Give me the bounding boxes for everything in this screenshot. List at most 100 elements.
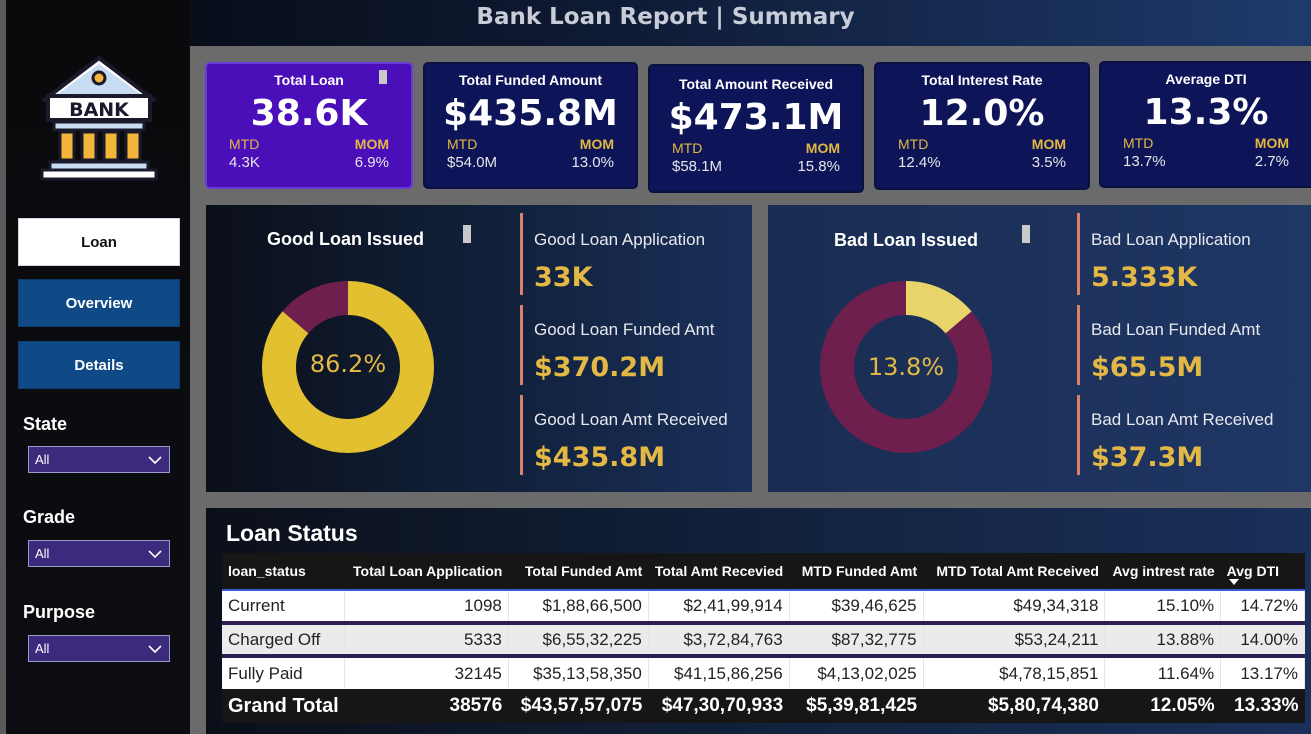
- mom-label: MOM: [805, 140, 840, 156]
- table-cell: 5333: [344, 621, 509, 656]
- table-cell: $2,41,99,914: [648, 589, 790, 623]
- more-options-icon[interactable]: [1022, 225, 1030, 243]
- sort-descending-icon: [1228, 579, 1239, 585]
- table-cell: $4,13,02,025: [789, 654, 924, 689]
- column-header[interactable]: Total Loan Application: [344, 553, 509, 590]
- mom-label: MOM: [579, 136, 614, 152]
- good-loan-received-metric: Good Loan Amt Received $435.8M: [520, 395, 728, 475]
- sidebar: BANK Loan Overview Details State All Gra…: [6, 0, 190, 734]
- table-total-row: Grand Total 38576 $43,57,57,075 $47,30,7…: [222, 689, 1305, 723]
- kpi-labels-row: MTD MOM: [1101, 135, 1311, 151]
- column-header[interactable]: Total Funded Amt: [508, 553, 649, 590]
- mtd-value: 12.4%: [898, 154, 941, 171]
- table-cell: 14.00%: [1220, 621, 1305, 656]
- table-cell: $6,55,32,225: [508, 621, 649, 656]
- metric-value: $37.3M: [1091, 442, 1204, 473]
- nav-details-button[interactable]: Details: [18, 341, 180, 389]
- loan-status-panel: Loan Status loan_status Total Loan Appli…: [206, 508, 1311, 734]
- column-header-sorted[interactable]: Avg DTI: [1220, 553, 1305, 590]
- page-title: Bank Loan Report | Summary: [476, 4, 855, 30]
- kpi-card-total-loan[interactable]: Total Loan 38.6K MTD MOM 4.3K 6.9%: [205, 62, 413, 189]
- table-row[interactable]: Charged Off 5333 $6,55,32,225 $3,72,84,7…: [222, 621, 1305, 656]
- kpi-values-row: 12.4% 3.5%: [876, 154, 1088, 171]
- good-loan-application-metric: Good Loan Application 33K: [520, 213, 705, 295]
- mtd-value: 4.3K: [229, 154, 260, 171]
- nav-overview-label: Overview: [65, 294, 133, 312]
- mtd-value: $58.1M: [672, 158, 723, 175]
- mom-value: 3.5%: [1031, 154, 1066, 171]
- grade-filter-dropdown[interactable]: All: [28, 540, 170, 567]
- state-filter-label: State: [23, 414, 68, 434]
- purpose-filter-dropdown[interactable]: All: [28, 635, 170, 662]
- total-cell: $5,80,74,380: [923, 689, 1105, 723]
- table-cell: $35,13,58,350: [508, 654, 649, 689]
- nav-loan-label: Loan: [81, 233, 117, 251]
- table-cell: 1098: [344, 589, 509, 623]
- kpi-title: Average DTI: [1165, 71, 1247, 87]
- kpi-values-row: 4.3K 6.9%: [207, 154, 411, 171]
- column-header[interactable]: loan_status: [222, 553, 345, 590]
- column-header[interactable]: MTD Funded Amt: [789, 553, 924, 590]
- loan-status-title: Loan Status: [226, 520, 358, 546]
- bad-loan-title: Bad Loan Issued: [834, 230, 979, 250]
- bad-loan-application-metric: Bad Loan Application 5.333K: [1077, 213, 1251, 295]
- good-loan-panel: Good Loan Issued 86.2% Good Loan Applica…: [206, 205, 752, 492]
- nav-overview-button[interactable]: Overview: [18, 279, 180, 327]
- table-row[interactable]: Current 1098 $1,88,66,500 $2,41,99,914 $…: [222, 589, 1305, 623]
- table-cell: $39,46,625: [789, 589, 924, 623]
- metric-label: Good Loan Funded Amt: [534, 320, 715, 339]
- table-cell: Fully Paid: [222, 654, 346, 689]
- kpi-values-row: 13.7% 2.7%: [1101, 153, 1311, 170]
- kpi-title: Total Amount Received: [678, 76, 834, 92]
- total-cell: 38576: [344, 689, 509, 723]
- metric-label: Good Loan Application: [534, 230, 706, 249]
- kpi-card-total-funded-amount[interactable]: Total Funded Amount $435.8M MTD MOM $54.0…: [423, 62, 638, 189]
- kpi-values-row: $54.0M 13.0%: [425, 154, 636, 171]
- column-header[interactable]: Total Amt Recevied: [648, 553, 790, 590]
- kpi-card-total-amount-received[interactable]: Total Amount Received $473.1M MTD MOM $58…: [648, 64, 864, 193]
- kpi-card-average-dti[interactable]: Average DTI 13.3% MTD MOM 13.7% 2.7%: [1099, 61, 1311, 188]
- column-header[interactable]: MTD Total Amt Received: [923, 553, 1105, 590]
- kpi-value: 12.0%: [919, 93, 1045, 134]
- more-options-icon[interactable]: [463, 225, 471, 243]
- chevron-down-icon: [148, 455, 162, 464]
- good-loan-funded-metric: Good Loan Funded Amt $370.2M: [520, 305, 715, 385]
- total-cell: $43,57,57,075: [508, 689, 649, 723]
- purpose-filter-value: All: [35, 641, 50, 656]
- good-loan-title: Good Loan Issued: [267, 229, 425, 249]
- bad-loan-percent: 13.8%: [867, 353, 945, 381]
- table-cell: $1,88,66,500: [508, 589, 649, 623]
- mom-value: 13.0%: [571, 154, 614, 171]
- loan-status-table[interactable]: loan_status Total Loan Application Total…: [222, 553, 1305, 723]
- more-options-icon[interactable]: [379, 70, 387, 84]
- kpi-value: $473.1M: [668, 97, 844, 138]
- bad-loan-funded-metric: Bad Loan Funded Amt $65.5M: [1077, 305, 1260, 385]
- table-cell: Charged Off: [222, 621, 346, 656]
- total-cell: $5,39,81,425: [789, 689, 924, 723]
- bad-loan-received-metric: Bad Loan Amt Received $37.3M: [1077, 395, 1273, 475]
- nav-loan-button[interactable]: Loan: [18, 218, 180, 266]
- mtd-label: MTD: [898, 136, 929, 152]
- table-cell: $4,78,15,851: [923, 654, 1106, 689]
- mom-value: 15.8%: [797, 158, 840, 175]
- mtd-label: MTD: [229, 136, 260, 152]
- metric-value: $435.8M: [534, 442, 666, 473]
- table-cell: $87,32,775: [789, 621, 924, 656]
- kpi-card-total-interest-rate[interactable]: Total Interest Rate 12.0% MTD MOM 12.4% 3.…: [874, 62, 1090, 190]
- table-cell: $41,15,86,256: [648, 654, 790, 689]
- mom-value: 6.9%: [354, 154, 389, 171]
- kpi-values-row: $58.1M 15.8%: [650, 158, 862, 175]
- metric-value: 5.333K: [1091, 262, 1198, 293]
- nav-details-label: Details: [74, 356, 124, 374]
- bad-loan-panel: Bad Loan Issued 13.8% Bad Loan Applicati…: [768, 205, 1311, 492]
- column-header[interactable]: Avg intrest rate: [1104, 553, 1221, 590]
- metric-value: $370.2M: [534, 352, 666, 383]
- metric-label: Bad Loan Amt Received: [1091, 410, 1274, 429]
- kpi-title: Total Funded Amount: [458, 72, 603, 88]
- kpi-labels-row: MTD MOM: [425, 136, 636, 152]
- kpi-title: Total Interest Rate: [921, 72, 1043, 88]
- metric-label: Bad Loan Funded Amt: [1091, 320, 1261, 339]
- table-row[interactable]: Fully Paid 32145 $35,13,58,350 $41,15,86…: [222, 654, 1305, 689]
- state-filter-dropdown[interactable]: All: [28, 446, 170, 473]
- table-cell: 14.72%: [1220, 589, 1305, 623]
